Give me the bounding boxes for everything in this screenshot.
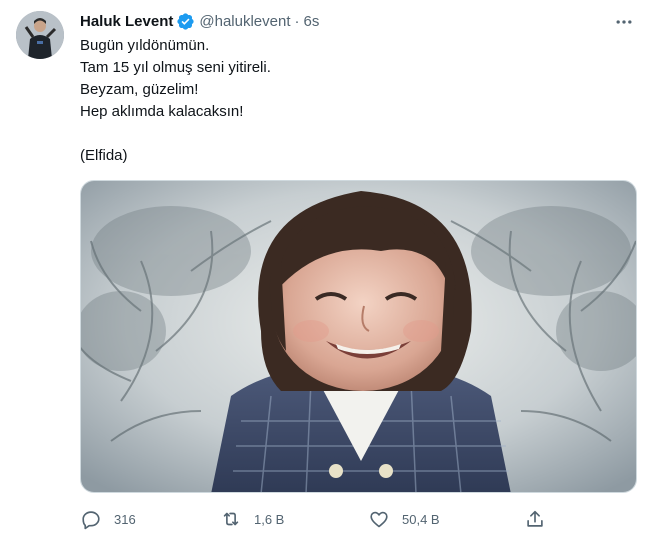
tweet-header: Haluk Levent @haluklevent · 6s [80,11,319,31]
heart-icon [368,508,390,530]
tweet-text: Bugün yıldönümün. Tam 15 yıl olmuş seni … [80,35,620,167]
avatar-image [16,11,64,59]
author-handle[interactable]: @haluklevent [199,13,290,30]
share-button[interactable] [524,505,546,533]
reply-button[interactable]: 316 [80,505,136,533]
share-icon [524,508,546,530]
tweet-timestamp[interactable]: 6s [304,13,320,30]
tweet-text-line: Bugün yıldönümün. [80,37,210,54]
verified-badge-icon [176,12,195,31]
tweet[interactable]: Haluk Levent @haluklevent · 6s Bugün yıl… [0,0,650,543]
reply-icon [80,508,102,530]
tweet-photo[interactable] [80,180,637,493]
like-button[interactable]: 50,4 B [368,505,440,533]
tweet-text-line: Beyzam, güzelim! [80,81,199,98]
retweet-count: 1,6 B [254,511,285,527]
more-horizontal-icon [616,20,632,24]
tweet-text-line: (Elfida) [80,147,128,164]
child-portrait-image [81,181,636,492]
retweet-button[interactable]: 1,6 B [220,505,284,533]
reply-count: 316 [114,511,136,527]
author-name[interactable]: Haluk Levent [80,13,173,30]
tweet-text-line: Hep aklımda kalacaksın! [80,103,244,120]
tweet-text-line [80,123,620,145]
like-count: 50,4 B [402,511,440,527]
more-options-button[interactable] [612,10,636,34]
tweet-text-line: Tam 15 yıl olmuş seni yitireli. [80,59,271,76]
tweet-actions: 316 1,6 B 50,4 B [80,505,550,533]
avatar[interactable] [16,11,64,59]
separator-dot: · [294,12,300,30]
retweet-icon [220,508,242,530]
